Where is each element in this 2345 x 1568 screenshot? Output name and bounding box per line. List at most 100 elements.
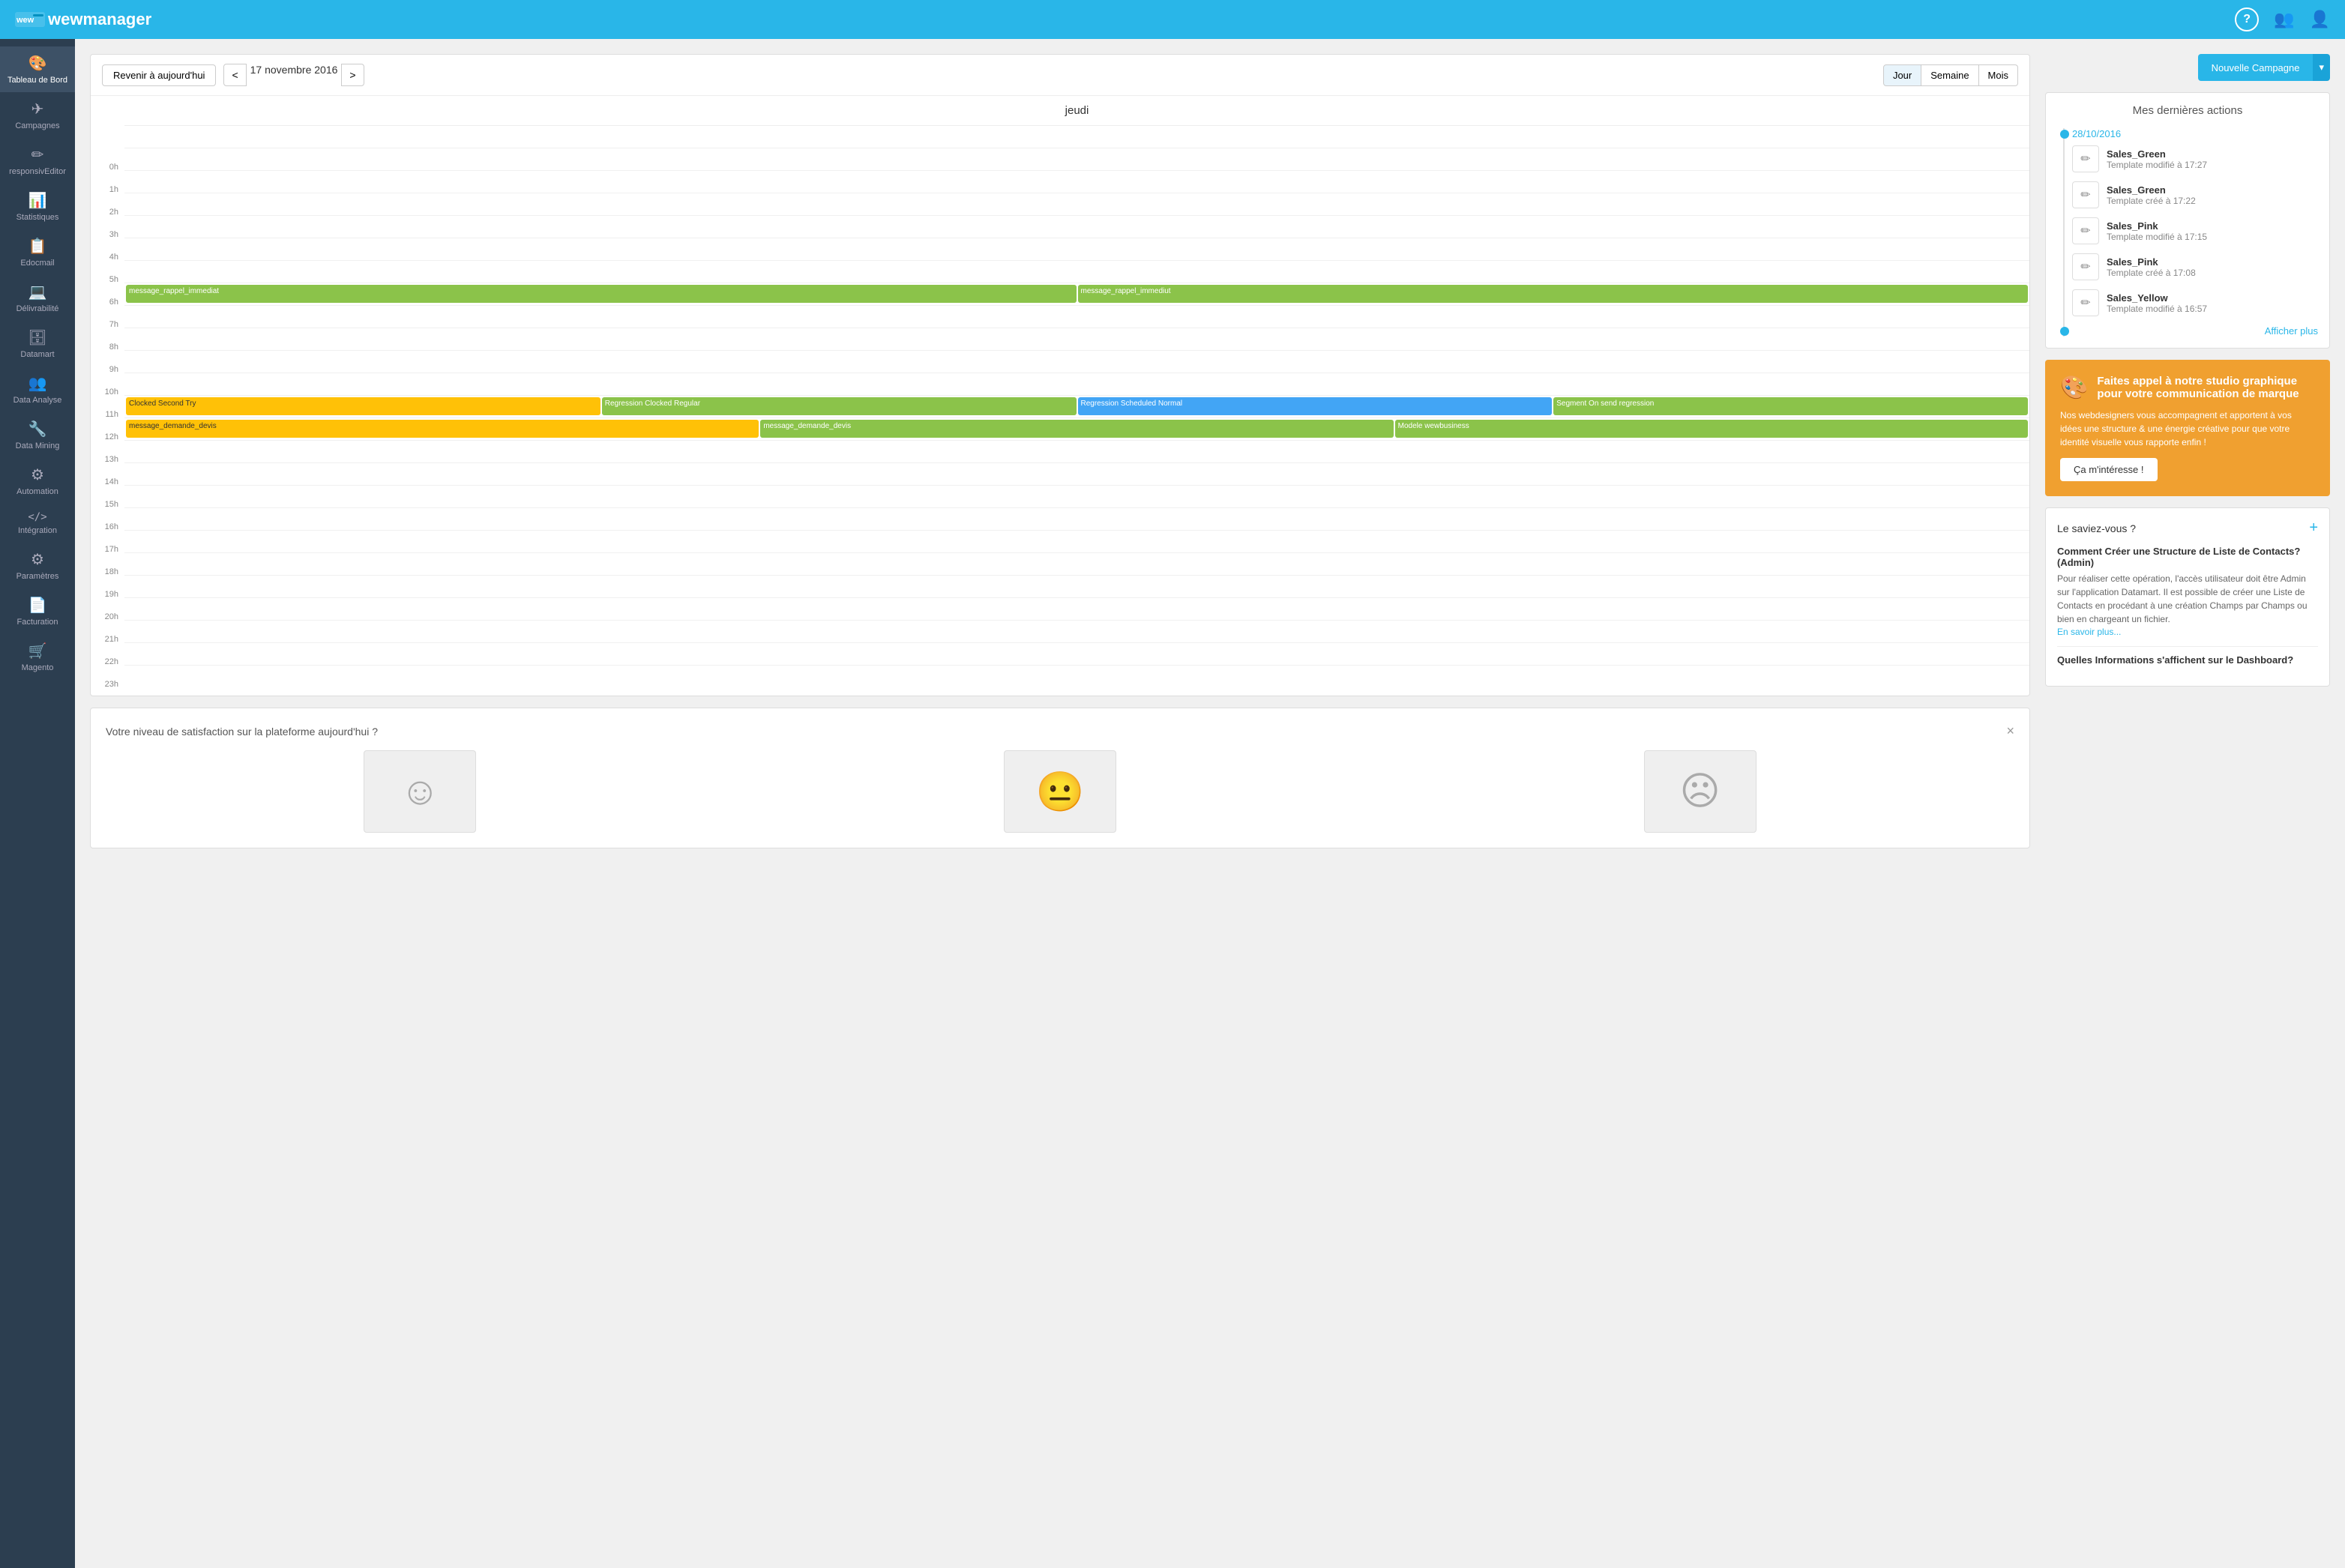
timeline-date: 28/10/2016 — [2072, 128, 2318, 139]
did-you-know-section: Le saviez-vous ? + Comment Créer une Str… — [2045, 507, 2330, 687]
integration-icon: </> — [28, 511, 46, 523]
sidebar-item-automation[interactable]: ⚙ Automation — [0, 458, 75, 504]
slot-14h — [124, 441, 2029, 463]
slot-8h — [124, 306, 2029, 328]
hour-8: 8h — [91, 336, 124, 358]
user-icon[interactable]: 👤 — [2310, 10, 2330, 29]
hour-6: 6h — [91, 291, 124, 313]
promo-text: Nos webdesigners vous accompagnent et ap… — [2060, 408, 2315, 449]
event-12h-4[interactable]: Segment On send regression — [1553, 397, 2028, 415]
dyk-divider — [2057, 646, 2318, 647]
view-day-button[interactable]: Jour — [1883, 64, 1921, 86]
sidebar-item-edocmail[interactable]: 📋 Edocmail — [0, 229, 75, 275]
sidebar-item-label: Data Analyse — [13, 396, 62, 405]
sidebar-item-datamart[interactable]: 🗄 Datamart — [0, 321, 75, 367]
edit-icon-1: ✏ — [2080, 187, 2090, 202]
neutral-face-button[interactable]: 😐 — [1004, 750, 1116, 833]
event-13h-2[interactable]: message_demande_devis — [760, 420, 1393, 438]
hour-18: 18h — [91, 561, 124, 583]
edit-icon-4: ✏ — [2080, 295, 2090, 310]
sidebar-item-integration[interactable]: </> Intégration — [0, 504, 75, 543]
sidebar-item-parametres[interactable]: ⚙ Paramètres — [0, 543, 75, 588]
dyk-link-0[interactable]: En savoir plus... — [2057, 627, 2121, 637]
automation-icon: ⚙ — [31, 465, 44, 484]
studio-promo-section: 🎨 Faites appel à notre studio graphique … — [2045, 360, 2330, 496]
right-column: Nouvelle Campagne ▾ Mes dernières action… — [2045, 54, 2330, 1553]
timeline-name-1: Sales_Green — [2107, 184, 2196, 196]
logo: wew wewmanager — [15, 9, 151, 30]
hour-4: 4h — [91, 246, 124, 268]
hour-1: 1h — [91, 178, 124, 201]
timeline-icon-0: ✏ — [2072, 145, 2099, 172]
sidebar-item-campagnes[interactable]: ✈ Campagnes — [0, 92, 75, 138]
timeline-name-0: Sales_Green — [2107, 148, 2207, 160]
timeline-content-2: Sales_Pink Template modifié à 17:15 — [2107, 220, 2207, 242]
view-month-button[interactable]: Mois — [1979, 64, 2018, 86]
event-13h-1[interactable]: message_demande_devis — [126, 420, 759, 438]
happy-face-button[interactable]: ☺ — [364, 750, 476, 833]
slot-22h — [124, 621, 2029, 643]
timeline-item-2: ✏ Sales_Pink Template modifié à 17:15 — [2072, 217, 2318, 244]
promo-cta-button[interactable]: Ça m'intéresse ! — [2060, 458, 2158, 481]
slot-0h — [124, 126, 2029, 148]
timeline-content-1: Sales_Green Template créé à 17:22 — [2107, 184, 2196, 206]
timeline-content-4: Sales_Yellow Template modifié à 16:57 — [2107, 292, 2207, 314]
event-13h-3[interactable]: Modele wewbusiness — [1395, 420, 2028, 438]
slot-12h: Clocked Second Try Regression Clocked Re… — [124, 396, 2029, 418]
sidebar-item-tableau-de-bord[interactable]: 🎨 Tableau de Bord — [0, 46, 75, 92]
svg-text:wew: wew — [16, 16, 34, 25]
palette-icon: 🎨 — [2060, 375, 2088, 401]
calendar-header: Revenir à aujourd'hui < 17 novembre 2016… — [91, 55, 2029, 96]
slot-21h — [124, 598, 2029, 621]
sidebar-item-delivrabilite[interactable]: 💻 Délivrabilité — [0, 275, 75, 321]
satisfaction-close-button[interactable]: × — [2006, 723, 2014, 739]
hour-10: 10h — [91, 381, 124, 403]
sidebar-item-label: Automation — [16, 487, 58, 496]
satisfaction-section: Votre niveau de satisfaction sur la plat… — [90, 708, 2030, 848]
dyk-add-button[interactable]: + — [2309, 519, 2318, 537]
timeline-name-4: Sales_Yellow — [2107, 292, 2207, 304]
stats-icon: 📊 — [28, 191, 47, 210]
event-12h-1[interactable]: Clocked Second Try — [126, 397, 600, 415]
sidebar-item-data-analyse[interactable]: 👥 Data Analyse — [0, 367, 75, 412]
data-mining-icon: 🔧 — [28, 420, 47, 438]
next-button[interactable]: > — [341, 64, 364, 86]
new-campaign-bar: Nouvelle Campagne ▾ — [2045, 54, 2330, 81]
timeline-name-3: Sales_Pink — [2107, 256, 2196, 268]
sidebar-item-responsive-editor[interactable]: ✏ responsivEditor — [0, 138, 75, 184]
sad-face-button[interactable]: ☹ — [1644, 750, 1757, 833]
neutral-icon: 😐 — [1036, 769, 1085, 815]
sidebar-item-label: Data Mining — [16, 441, 60, 450]
sidebar-item-facturation[interactable]: 📄 Facturation — [0, 588, 75, 634]
event-12h-2[interactable]: Regression Clocked Regular — [602, 397, 1077, 415]
users-icon[interactable]: 👥 — [2274, 10, 2294, 29]
today-button[interactable]: Revenir à aujourd'hui — [102, 64, 216, 86]
timeline-desc-4: Template modifié à 16:57 — [2107, 304, 2207, 314]
prev-button[interactable]: < — [223, 64, 246, 86]
show-more: Afficher plus — [2072, 325, 2318, 337]
sidebar-item-magento[interactable]: 🛒 Magento — [0, 634, 75, 680]
view-week-button[interactable]: Semaine — [1921, 64, 1978, 86]
event-12h-3[interactable]: Regression Scheduled Normal — [1078, 397, 1553, 415]
sidebar-item-statistiques[interactable]: 📊 Statistiques — [0, 184, 75, 229]
delivrabilite-icon: 💻 — [28, 283, 47, 301]
slot-13h: message_demande_devis message_demande_de… — [124, 418, 2029, 441]
slot-7h: message_rappel_immediat message_rappel_i… — [124, 283, 2029, 306]
event-7h-1[interactable]: message_rappel_immediat — [126, 285, 1077, 303]
new-campaign-dropdown-button[interactable]: ▾ — [2313, 54, 2330, 81]
hour-17: 17h — [91, 538, 124, 561]
calendar-body: jeudi — [124, 96, 2029, 696]
hour-7: 7h — [91, 313, 124, 336]
timeline-icon-2: ✏ — [2072, 217, 2099, 244]
parametres-icon: ⚙ — [31, 550, 44, 569]
show-more-link[interactable]: Afficher plus — [2265, 325, 2318, 337]
event-7h-2[interactable]: message_rappel_immediut — [1078, 285, 2029, 303]
sidebar-item-data-mining[interactable]: 🔧 Data Mining — [0, 412, 75, 458]
help-icon[interactable]: ? — [2235, 7, 2259, 31]
new-campaign-button[interactable]: Nouvelle Campagne — [2198, 54, 2314, 81]
hour-15: 15h — [91, 493, 124, 516]
hour-23: 23h — [91, 673, 124, 696]
main-layout: 🎨 Tableau de Bord ✈ Campagnes ✏ responsi… — [0, 39, 2345, 1568]
timeline-item-3: ✏ Sales_Pink Template créé à 17:08 — [2072, 253, 2318, 280]
hour-13: 13h — [91, 448, 124, 471]
